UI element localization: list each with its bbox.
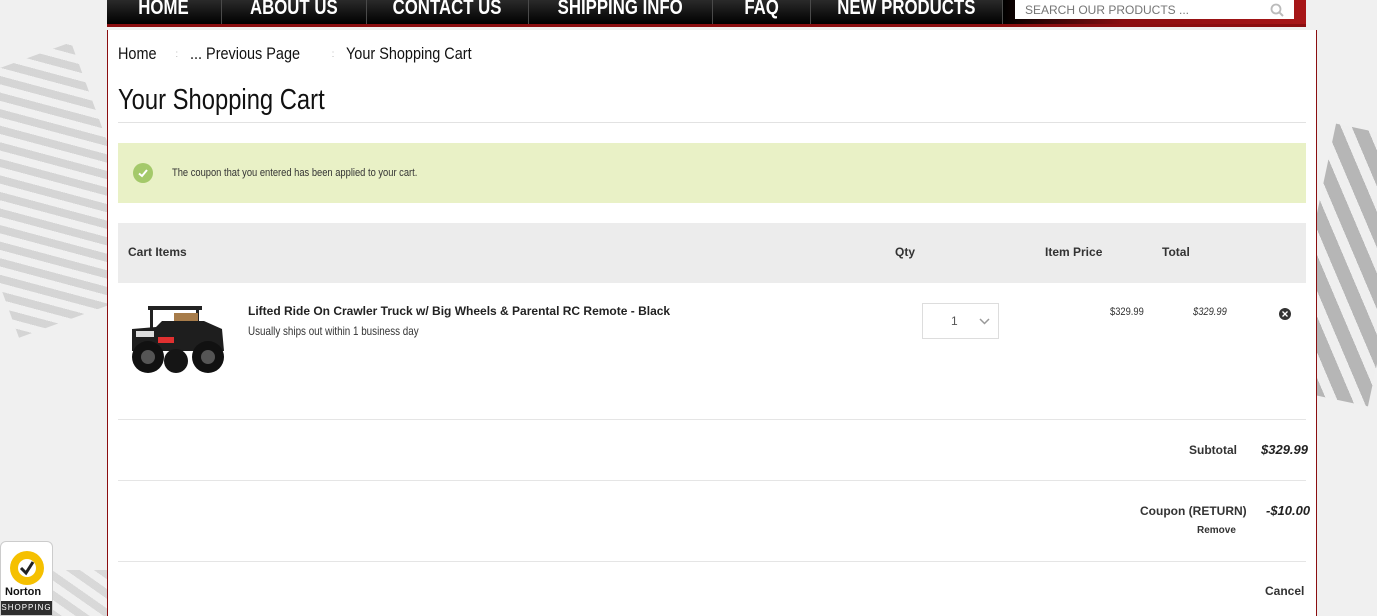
nav-faq[interactable]: FAQ <box>713 0 812 24</box>
quantity-select[interactable]: 1 <box>922 303 999 339</box>
remove-coupon-link[interactable]: Remove <box>1197 525 1236 536</box>
nav-about-us[interactable]: ABOUT US <box>222 0 367 24</box>
check-circle-icon <box>133 163 153 183</box>
cart-table-header: Cart Items Qty Item Price Total <box>118 223 1306 283</box>
coupon-label: Coupon (RETURN) <box>1140 504 1247 518</box>
nav-shipping-info[interactable]: SHIPPING INFO <box>529 0 714 24</box>
product-image[interactable] <box>126 301 230 376</box>
divider <box>118 122 1306 123</box>
breadcrumb-separator: : <box>175 48 179 60</box>
item-price: $329.99 <box>1110 306 1144 318</box>
norton-shopping-badge[interactable]: Norton SHOPPING <box>0 541 53 616</box>
product-name[interactable]: Lifted Ride On Crawler Truck w/ Big Whee… <box>248 304 670 318</box>
main-nav: HOME ABOUT US CONTACT US SHIPPING INFO F… <box>107 0 1306 27</box>
nav-new-products[interactable]: NEW PRODUCTS <box>811 0 1003 24</box>
cancel-link[interactable]: Cancel <box>1265 584 1304 598</box>
remove-item-icon[interactable] <box>1279 308 1291 320</box>
item-total: $329.99 <box>1193 306 1227 318</box>
breadcrumb-current: Your Shopping Cart <box>346 44 472 63</box>
col-qty: Qty <box>895 245 916 259</box>
coupon-row: Coupon (RETURN) -$10.00 Remove <box>118 481 1310 562</box>
coupon-success-alert: The coupon that you entered has been app… <box>118 143 1306 203</box>
norton-tagline: SHOPPING <box>1 601 52 615</box>
search-box <box>1015 0 1294 19</box>
shipping-note: Usually ships out within 1 business day <box>248 324 419 338</box>
nav-search-area <box>1003 0 1306 24</box>
search-input[interactable] <box>1025 2 1245 17</box>
norton-name: Norton <box>5 586 42 598</box>
alert-message: The coupon that you entered has been app… <box>172 167 418 179</box>
col-cart-items: Cart Items <box>128 245 187 259</box>
cart-panel: Home : ... Previous Page : Your Shopping… <box>107 30 1317 616</box>
nav-contact-us[interactable]: CONTACT US <box>367 0 529 24</box>
subtotal-value: $329.99 <box>1261 442 1308 457</box>
breadcrumb: Home : ... Previous Page : Your Shopping… <box>118 44 494 64</box>
subtotal-label: Subtotal <box>1189 443 1237 457</box>
search-icon[interactable] <box>1270 3 1284 17</box>
col-item-price: Item Price <box>1045 245 1103 259</box>
coupon-value: -$10.00 <box>1266 503 1311 518</box>
nav-home[interactable]: HOME <box>107 0 222 24</box>
page-title: Your Shopping Cart <box>118 84 325 116</box>
breadcrumb-previous[interactable]: ... Previous Page <box>190 44 300 64</box>
quantity-value: 1 <box>951 314 958 328</box>
table-row: Lifted Ride On Crawler Truck w/ Big Whee… <box>118 283 1306 420</box>
checkmark-icon <box>10 551 44 585</box>
breadcrumb-home[interactable]: Home <box>118 44 157 64</box>
col-total: Total <box>1162 245 1190 259</box>
subtotal-row: Subtotal $329.99 <box>118 420 1308 481</box>
chevron-down-icon <box>979 314 990 328</box>
breadcrumb-separator: : <box>331 48 335 60</box>
